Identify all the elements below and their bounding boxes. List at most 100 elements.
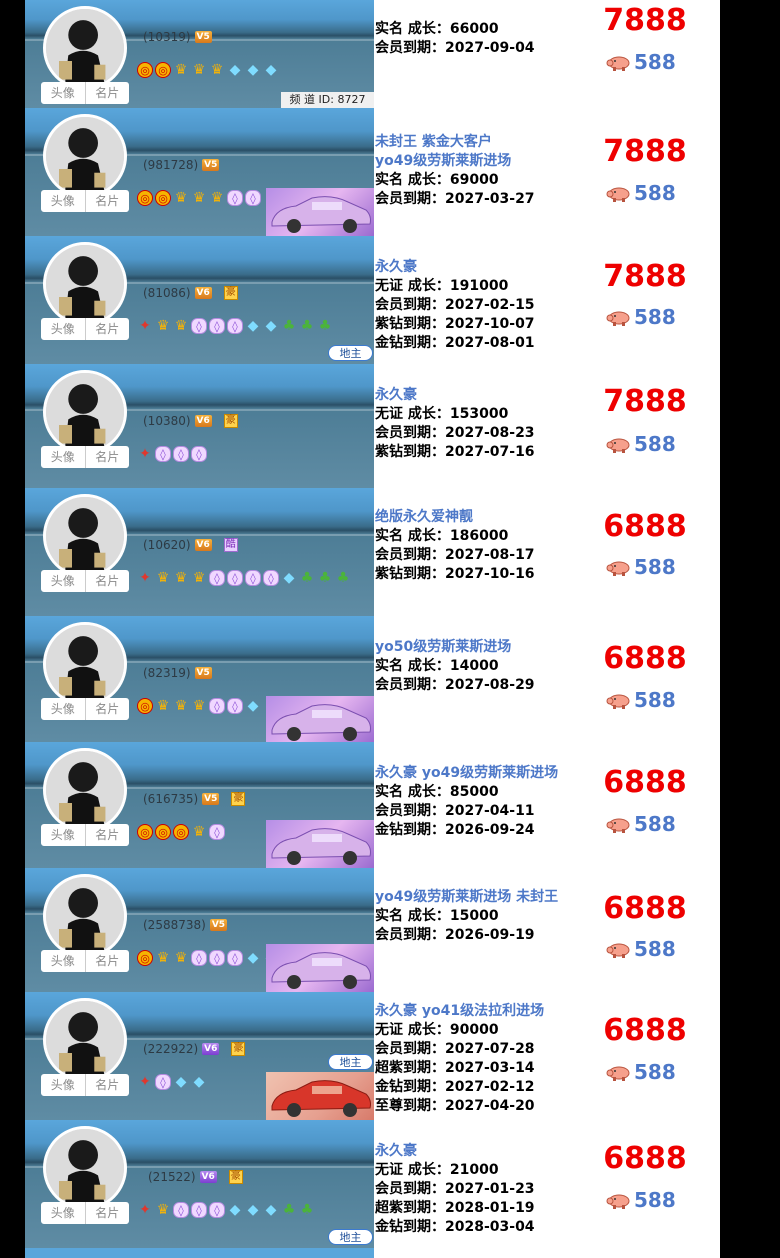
account-row[interactable]: 头像 名片 (82319) V5 ◎ ♛ ♛ ♛ ◊ ◊ ◆ yo50级劳斯莱斯进场 实名 成长：… [25,616,720,742]
clover-icon: ♣ [300,318,314,334]
tab-avatar[interactable]: 头像 [41,82,85,104]
account-row[interactable]: 头像 名片 (10380) V6 豪 ✦ ◊ ◊ ◊ 永久豪 无证 成长：153000 会员到期… [25,364,720,488]
privilege-icons: ✦ ◊ ◊ ◊ [137,446,207,462]
avatar[interactable] [43,1126,127,1210]
profile-tabs[interactable]: 头像 名片 [41,698,129,720]
pig-price: 588 [606,555,676,579]
account-detail: 会员到期：2027-09-04 [375,40,535,56]
tab-avatar[interactable]: 头像 [41,698,85,720]
tab-card[interactable]: 名片 [84,824,130,846]
user-id: (222922) V6 豪 [143,1042,246,1056]
profile-card: 头像 名片 (981728) V5 ◎ ◎ ♛ ♛ ♛ ◊ ◊ [25,108,374,236]
profile-tabs[interactable]: 头像 名片 [41,446,129,468]
rich-badge: 豪 [223,286,238,300]
account-row[interactable]: 头像 名片 (21522) V6 豪 ✦ ♛ ◊ ◊ ◊ ◆ ◆ ◆ ♣ ♣ 地主 永久豪 无证 成长：21… [25,1120,720,1248]
profile-tabs[interactable]: 头像 名片 [41,1202,129,1224]
account-row[interactable]: 头像 名片 (10620) V6 酷 ✦ ♛ ♛ ♛ ◊ ◊ ◊ ◊ ◆ ♣ ♣ ♣ 绝版永久爱神靓 实名 成… [25,488,720,616]
account-detail: 超紫到期：2027-03-14 [375,1060,535,1076]
profile-tabs[interactable]: 头像 名片 [41,570,129,592]
account-row[interactable]: 头像 名片 (616735) V5 豪 ◎ ◎ ◎ ♛ ◊ 永久豪 yo49级劳斯莱斯进场 实名… [25,742,720,868]
profile-tabs[interactable]: 头像 名片 [41,824,129,846]
tab-card[interactable]: 名片 [84,1074,130,1096]
user-id-text: (981728) [143,158,199,172]
avatar[interactable] [43,998,127,1082]
account-detail: 会员到期：2027-08-17 [375,547,535,563]
tab-card[interactable]: 名片 [84,82,130,104]
account-row[interactable]: 头像 名片 (222922) V6 豪 ✦ ◊ ◆ ◆ 地主 永久豪 yo41级法拉利进场 无证… [25,992,720,1120]
pig-icon [606,815,630,833]
account-row[interactable]: 头像 名片 (981728) V5 ◎ ◎ ♛ ♛ ♛ ◊ ◊ 未封王 紫金大客户 yo49级劳斯… [25,108,720,236]
account-detail: 金钻到期：2027-02-12 [375,1079,535,1095]
user-id-text: (10380) [143,414,191,428]
avatar[interactable] [43,114,127,198]
tab-avatar[interactable]: 头像 [41,1202,85,1224]
clover-icon: ♣ [318,318,332,334]
tab-avatar[interactable]: 头像 [41,446,85,468]
account-detail: 无证 成长：191000 [375,278,509,294]
account-detail: 无证 成长：90000 [375,1022,499,1038]
pig-value: 588 [634,181,676,205]
pig-icon [606,691,630,709]
pig-value: 588 [634,432,676,456]
profile-tabs[interactable]: 头像 名片 [41,190,129,212]
avatar[interactable] [43,494,127,578]
next-card-strip [25,1248,374,1258]
purple-gem-icon: ◊ [245,570,261,586]
profile-tabs[interactable]: 头像 名片 [41,950,129,972]
phoenix-icon: ✦ [139,446,151,462]
account-info: yo49级劳斯莱斯进场 未封王 实名 成长：15000 会员到期：2026-09-1… [375,888,558,945]
tab-card[interactable]: 名片 [84,950,130,972]
account-detail: 会员到期：2027-04-11 [375,803,535,819]
privilege-icons: ◎ ♛ ♛ ◊ ◊ ◊ ◆ ◆ [137,950,279,966]
crown-icon: ♛ [174,62,188,78]
tab-avatar[interactable]: 头像 [41,1074,85,1096]
account-detail: 会员到期：2026-09-19 [375,927,535,943]
profile-tabs[interactable]: 头像 名片 [41,318,129,340]
tab-avatar[interactable]: 头像 [41,570,85,592]
tab-avatar[interactable]: 头像 [41,190,85,212]
account-tag: 永久豪 [375,259,417,275]
purple-gem-icon: ◊ [209,318,225,334]
red-medal-icon: ◎ [155,824,171,840]
avatar[interactable] [43,370,127,454]
price: 6888 [603,1141,687,1176]
account-row[interactable]: 头像 名片 (10319) V5 ◎ ◎ ♛ ♛ ♛ ◆ ◆ ◆ 频 道 ID: 8727 实名 成… [25,0,720,108]
diamond-icon: ◆ [229,1202,241,1218]
tab-card[interactable]: 名片 [84,190,130,212]
tab-avatar[interactable]: 头像 [41,824,85,846]
tab-card[interactable]: 名片 [84,1202,130,1224]
tab-card[interactable]: 名片 [84,698,130,720]
pig-icon [606,558,630,576]
tab-card[interactable]: 名片 [84,446,130,468]
profile-tabs[interactable]: 头像 名片 [41,1074,129,1096]
account-detail: 实名 成长：69000 [375,172,499,188]
pig-value: 588 [634,305,676,329]
avatar[interactable] [43,622,127,706]
diamond-icon: ◆ [229,62,241,78]
avatar[interactable] [43,874,127,958]
purple-gem-icon: ◊ [227,318,243,334]
tab-card[interactable]: 名片 [84,318,130,340]
account-row[interactable]: 头像 名片 (2588738) V5 ◎ ♛ ♛ ◊ ◊ ◊ ◆ ◆ yo49级劳斯莱斯进场 未封… [25,868,720,992]
tab-avatar[interactable]: 头像 [41,318,85,340]
profile-tabs[interactable]: 头像 名片 [41,82,129,104]
crown-icon: ♛ [174,190,188,206]
price: 7888 [603,134,687,169]
user-id: (2588738) V5 [143,918,228,932]
account-detail: 金钻到期：2027-08-01 [375,335,535,351]
avatar[interactable] [43,6,127,90]
user-id: (81086) V6 豪 [143,286,238,300]
tab-avatar[interactable]: 头像 [41,950,85,972]
purple-gem-icon: ◊ [209,950,225,966]
account-row[interactable]: 头像 名片 (81086) V6 豪 ✦ ♛ ♛ ◊ ◊ ◊ ◆ ◆ ♣ ♣ ♣ 地主 永久豪 无证 成长：1… [25,236,720,364]
avatar[interactable] [43,242,127,326]
price: 7888 [603,3,687,38]
privilege-icons: ◎ ◎ ◎ ♛ ◊ [137,824,225,840]
user-id-text: (81086) [143,286,191,300]
avatar[interactable] [43,748,127,832]
clover-icon: ♣ [300,1202,314,1218]
landlord-badge: 地主 [328,1229,373,1245]
profile-card: 头像 名片 (82319) V5 ◎ ♛ ♛ ♛ ◊ ◊ ◆ [25,616,374,742]
account-info: 永久豪 yo49级劳斯莱斯进场 实名 成长：85000 会员到期：2027-04-1… [375,764,558,840]
tab-card[interactable]: 名片 [84,570,130,592]
